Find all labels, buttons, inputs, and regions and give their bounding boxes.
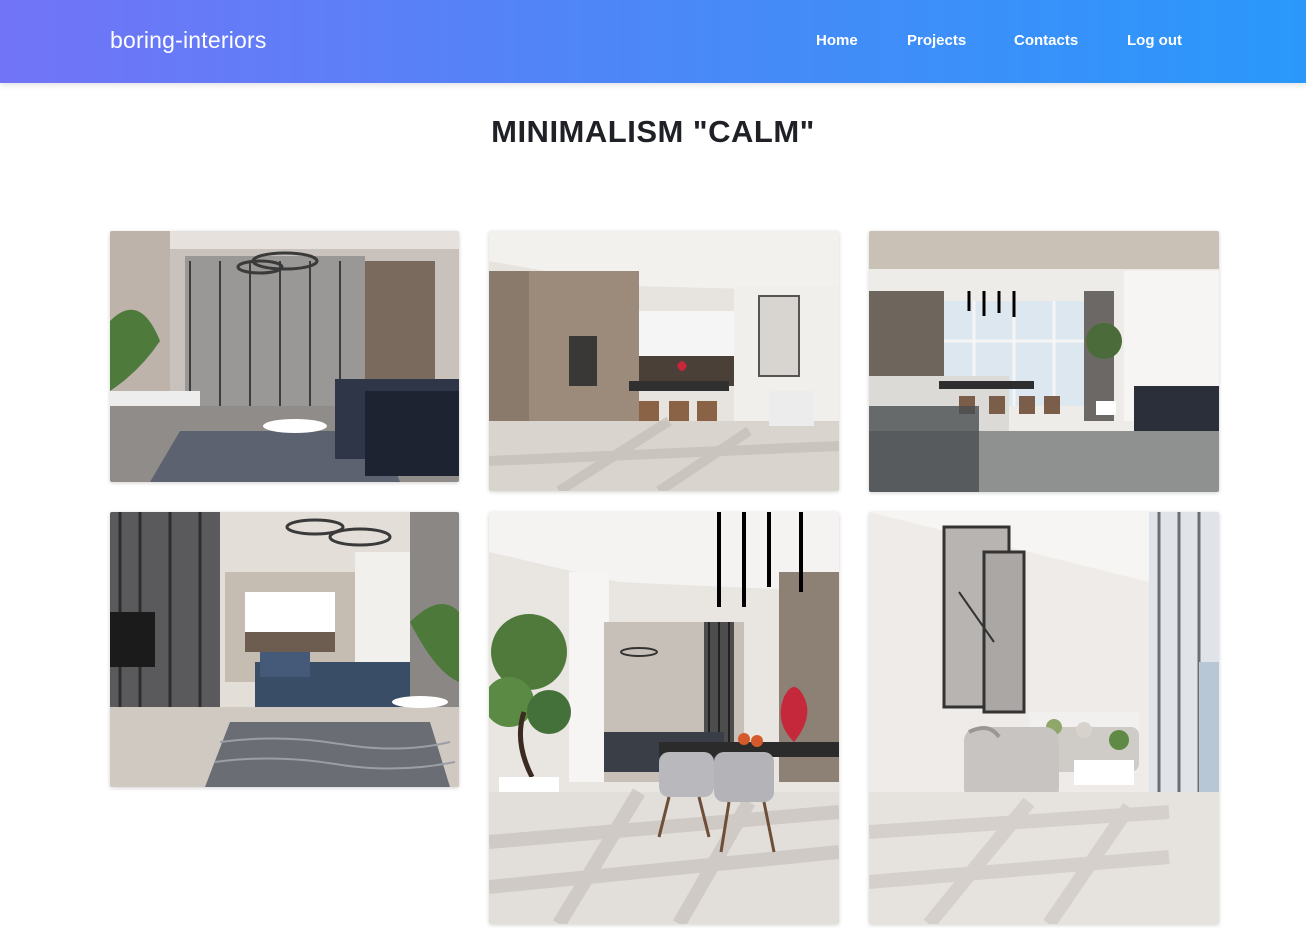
nav-home-link[interactable]: Home <box>816 32 858 49</box>
nav-menu: Home Projects Contacts Log out <box>0 32 1306 52</box>
page-title: MINIMALISM "CALM" <box>491 114 815 149</box>
nav-logout-link[interactable]: Log out <box>1127 32 1182 49</box>
living-room-photo-image <box>110 231 459 482</box>
dining-plant-photo-image <box>489 512 839 924</box>
gallery-photo-kitchen[interactable] <box>489 231 839 491</box>
top-navbar: boring-interiors Home Projects Contacts … <box>0 0 1306 83</box>
gallery-photo-living-room[interactable] <box>110 231 459 482</box>
gallery-photo-living-room-sofa[interactable] <box>110 512 459 787</box>
gallery-photo-dining-plant[interactable] <box>489 512 839 924</box>
gallery-photo-dining-area[interactable] <box>869 231 1219 492</box>
nav-contacts-link[interactable]: Contacts <box>1014 32 1078 49</box>
nav-projects-link[interactable]: Projects <box>907 32 966 49</box>
gallery-photo-lounge[interactable] <box>869 512 1219 924</box>
dining-area-photo-image <box>869 231 1219 492</box>
kitchen-photo-image <box>489 231 839 491</box>
living-room-sofa-photo-image <box>110 512 459 787</box>
lounge-photo-image <box>869 512 1219 924</box>
